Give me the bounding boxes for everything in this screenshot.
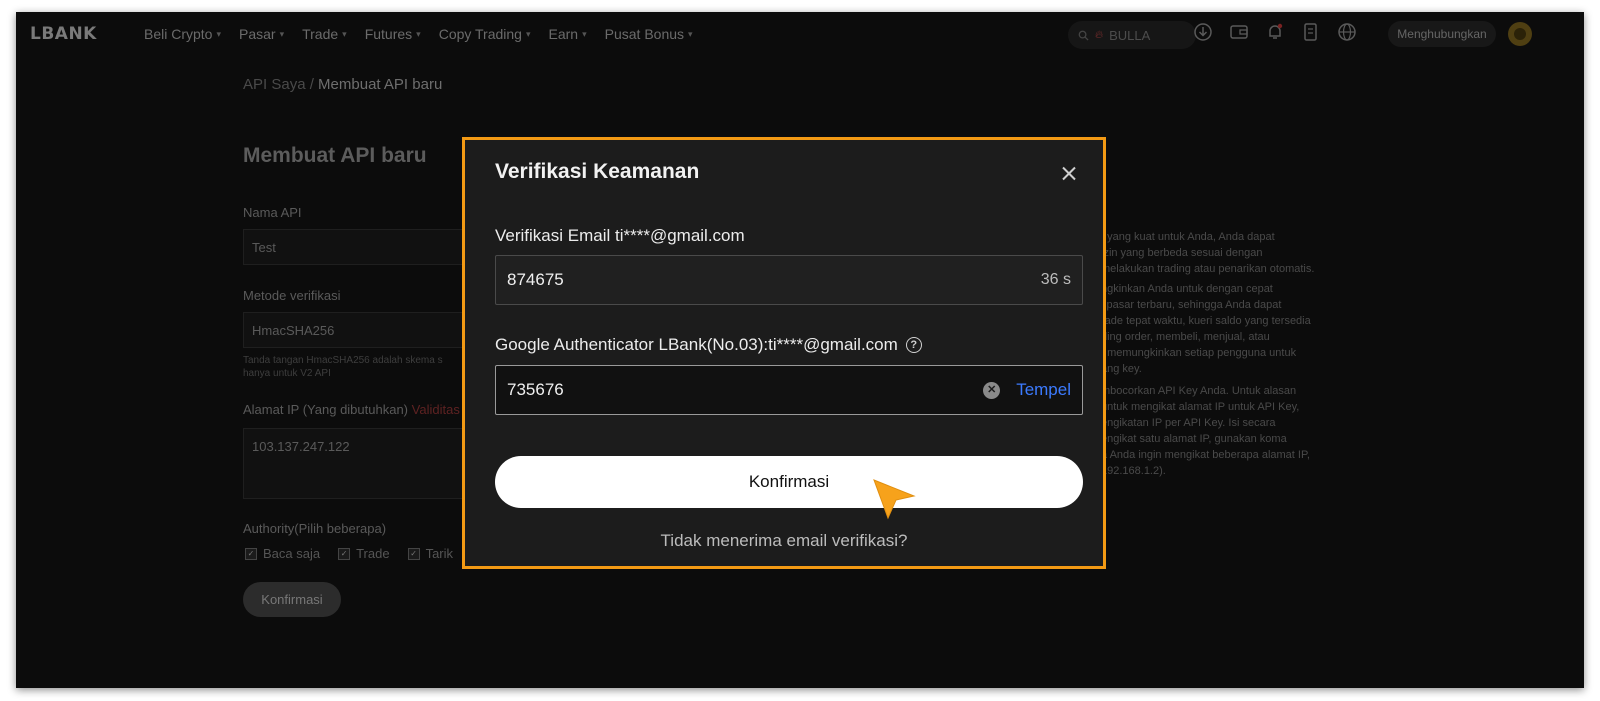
menu-item-futures[interactable]: Futures ▾ bbox=[365, 26, 421, 42]
method-hint: Tanda tangan HmacSHA256 adalah skema s h… bbox=[243, 355, 443, 379]
menu-item-trade[interactable]: Trade ▾ bbox=[302, 26, 347, 42]
orders-icon[interactable] bbox=[1300, 22, 1322, 44]
checkbox-trade[interactable]: ✓ Trade bbox=[338, 546, 390, 561]
check-icon: ✓ bbox=[407, 547, 420, 560]
chevron-down-icon: ▾ bbox=[582, 28, 587, 39]
connect-button[interactable]: Menghubungkan bbox=[1388, 21, 1496, 47]
breadcrumb-parent-link[interactable]: API Saya / bbox=[243, 76, 314, 93]
help-icon[interactable]: ? bbox=[905, 337, 922, 353]
modal-title: Verifikasi Keamanan bbox=[495, 160, 700, 183]
avatar[interactable] bbox=[1508, 22, 1532, 46]
menu-item-earn[interactable]: Earn ▾ bbox=[549, 26, 587, 42]
ip-label: Alamat IP (Yang dibutuhkan) Validitas bbox=[243, 402, 460, 417]
checkbox-baca-saja[interactable]: ✓ Baca saja bbox=[245, 546, 320, 561]
paste-button[interactable]: Tempel bbox=[1016, 380, 1071, 400]
wallet-icon[interactable] bbox=[1228, 22, 1250, 44]
close-icon[interactable] bbox=[1057, 162, 1081, 186]
google-authenticator-label: Google Authenticator LBank(No.03):ti****… bbox=[495, 335, 922, 355]
lbank-logo[interactable]: LBANK bbox=[30, 24, 97, 44]
side-note: I yang kuat untuk Anda, Anda dapat izin … bbox=[1101, 231, 1315, 477]
chevron-down-icon: ▾ bbox=[688, 28, 693, 39]
google-authenticator-field[interactable]: 735676 ✕ Tempel bbox=[495, 365, 1083, 415]
chevron-down-icon: ▾ bbox=[279, 28, 285, 39]
check-icon: ✓ bbox=[245, 547, 257, 560]
breadcrumb: API Saya / Membuat API baru bbox=[243, 76, 442, 93]
resend-timer: 36 s bbox=[1040, 271, 1071, 288]
flame-icon: 🔥︎ bbox=[1095, 28, 1104, 41]
confirm-button[interactable]: Konfirmasi bbox=[495, 456, 1083, 508]
authority-label: Authority(Pilih beberapa) bbox=[243, 521, 387, 536]
bell-icon[interactable] bbox=[1264, 22, 1286, 44]
main-menu: Beli Crypto ▾ Pasar ▾ Trade ▾ Futures ▾ Copy… bbox=[144, 26, 693, 42]
resend-email-link[interactable]: Tidak menerima email verifikasi? bbox=[465, 531, 1103, 551]
menu-item-copy-trading[interactable]: Copy Trading ▾ bbox=[439, 26, 531, 42]
ip-required-note: Validitas bbox=[411, 402, 460, 417]
app-window: LBANK Beli Crypto ▾ Pasar ▾ Trade ▾ Futures… bbox=[16, 12, 1584, 688]
chevron-down-icon: ▾ bbox=[525, 28, 531, 39]
ip-textarea[interactable]: 103.137.247.122 bbox=[243, 428, 463, 499]
top-nav: LBANK Beli Crypto ▾ Pasar ▾ Trade ▾ Futures… bbox=[16, 12, 1584, 58]
chevron-down-icon: ▾ bbox=[416, 28, 421, 39]
email-code-field[interactable]: 874675 36 s bbox=[495, 255, 1083, 305]
email-verification-label: Verifikasi Email ti****@gmail.com bbox=[495, 226, 745, 245]
breadcrumb-current: Membuat API baru bbox=[318, 76, 443, 93]
menu-item-beli-crypto[interactable]: Beli Crypto ▾ bbox=[144, 26, 221, 42]
api-name-field[interactable]: Test bbox=[243, 229, 463, 265]
ga-code-value: 735676 bbox=[507, 380, 564, 399]
page-title: Membuat API baru bbox=[243, 144, 427, 167]
menu-item-pusat-bonus[interactable]: Pusat Bonus ▾ bbox=[605, 26, 693, 42]
clear-icon[interactable]: ✕ bbox=[983, 381, 1001, 399]
globe-icon[interactable] bbox=[1336, 22, 1358, 44]
api-name-label: Nama API bbox=[243, 205, 302, 220]
search-icon bbox=[1078, 30, 1089, 41]
search-input[interactable]: 🔥︎ BULLA bbox=[1068, 21, 1196, 49]
page-confirm-button[interactable]: Konfirmasi bbox=[243, 582, 341, 617]
authority-checkboxes: ✓ Baca saja ✓ Trade ✓ Tarik bbox=[245, 546, 453, 561]
security-verification-modal: Verifikasi Keamanan Verifikasi Email ti*… bbox=[462, 137, 1106, 569]
pointer-cursor-icon bbox=[873, 479, 916, 520]
checkbox-tarik[interactable]: ✓ Tarik bbox=[407, 546, 453, 561]
check-icon: ✓ bbox=[338, 547, 351, 560]
chevron-down-icon: ▾ bbox=[216, 28, 221, 39]
download-icon[interactable] bbox=[1192, 22, 1214, 44]
chevron-down-icon: ▾ bbox=[342, 28, 347, 39]
menu-item-pasar[interactable]: Pasar ▾ bbox=[239, 26, 284, 42]
method-select[interactable]: HmacSHA256 bbox=[243, 312, 463, 348]
method-label: Metode verifikasi bbox=[243, 288, 341, 303]
email-code-value: 874675 bbox=[507, 270, 564, 289]
